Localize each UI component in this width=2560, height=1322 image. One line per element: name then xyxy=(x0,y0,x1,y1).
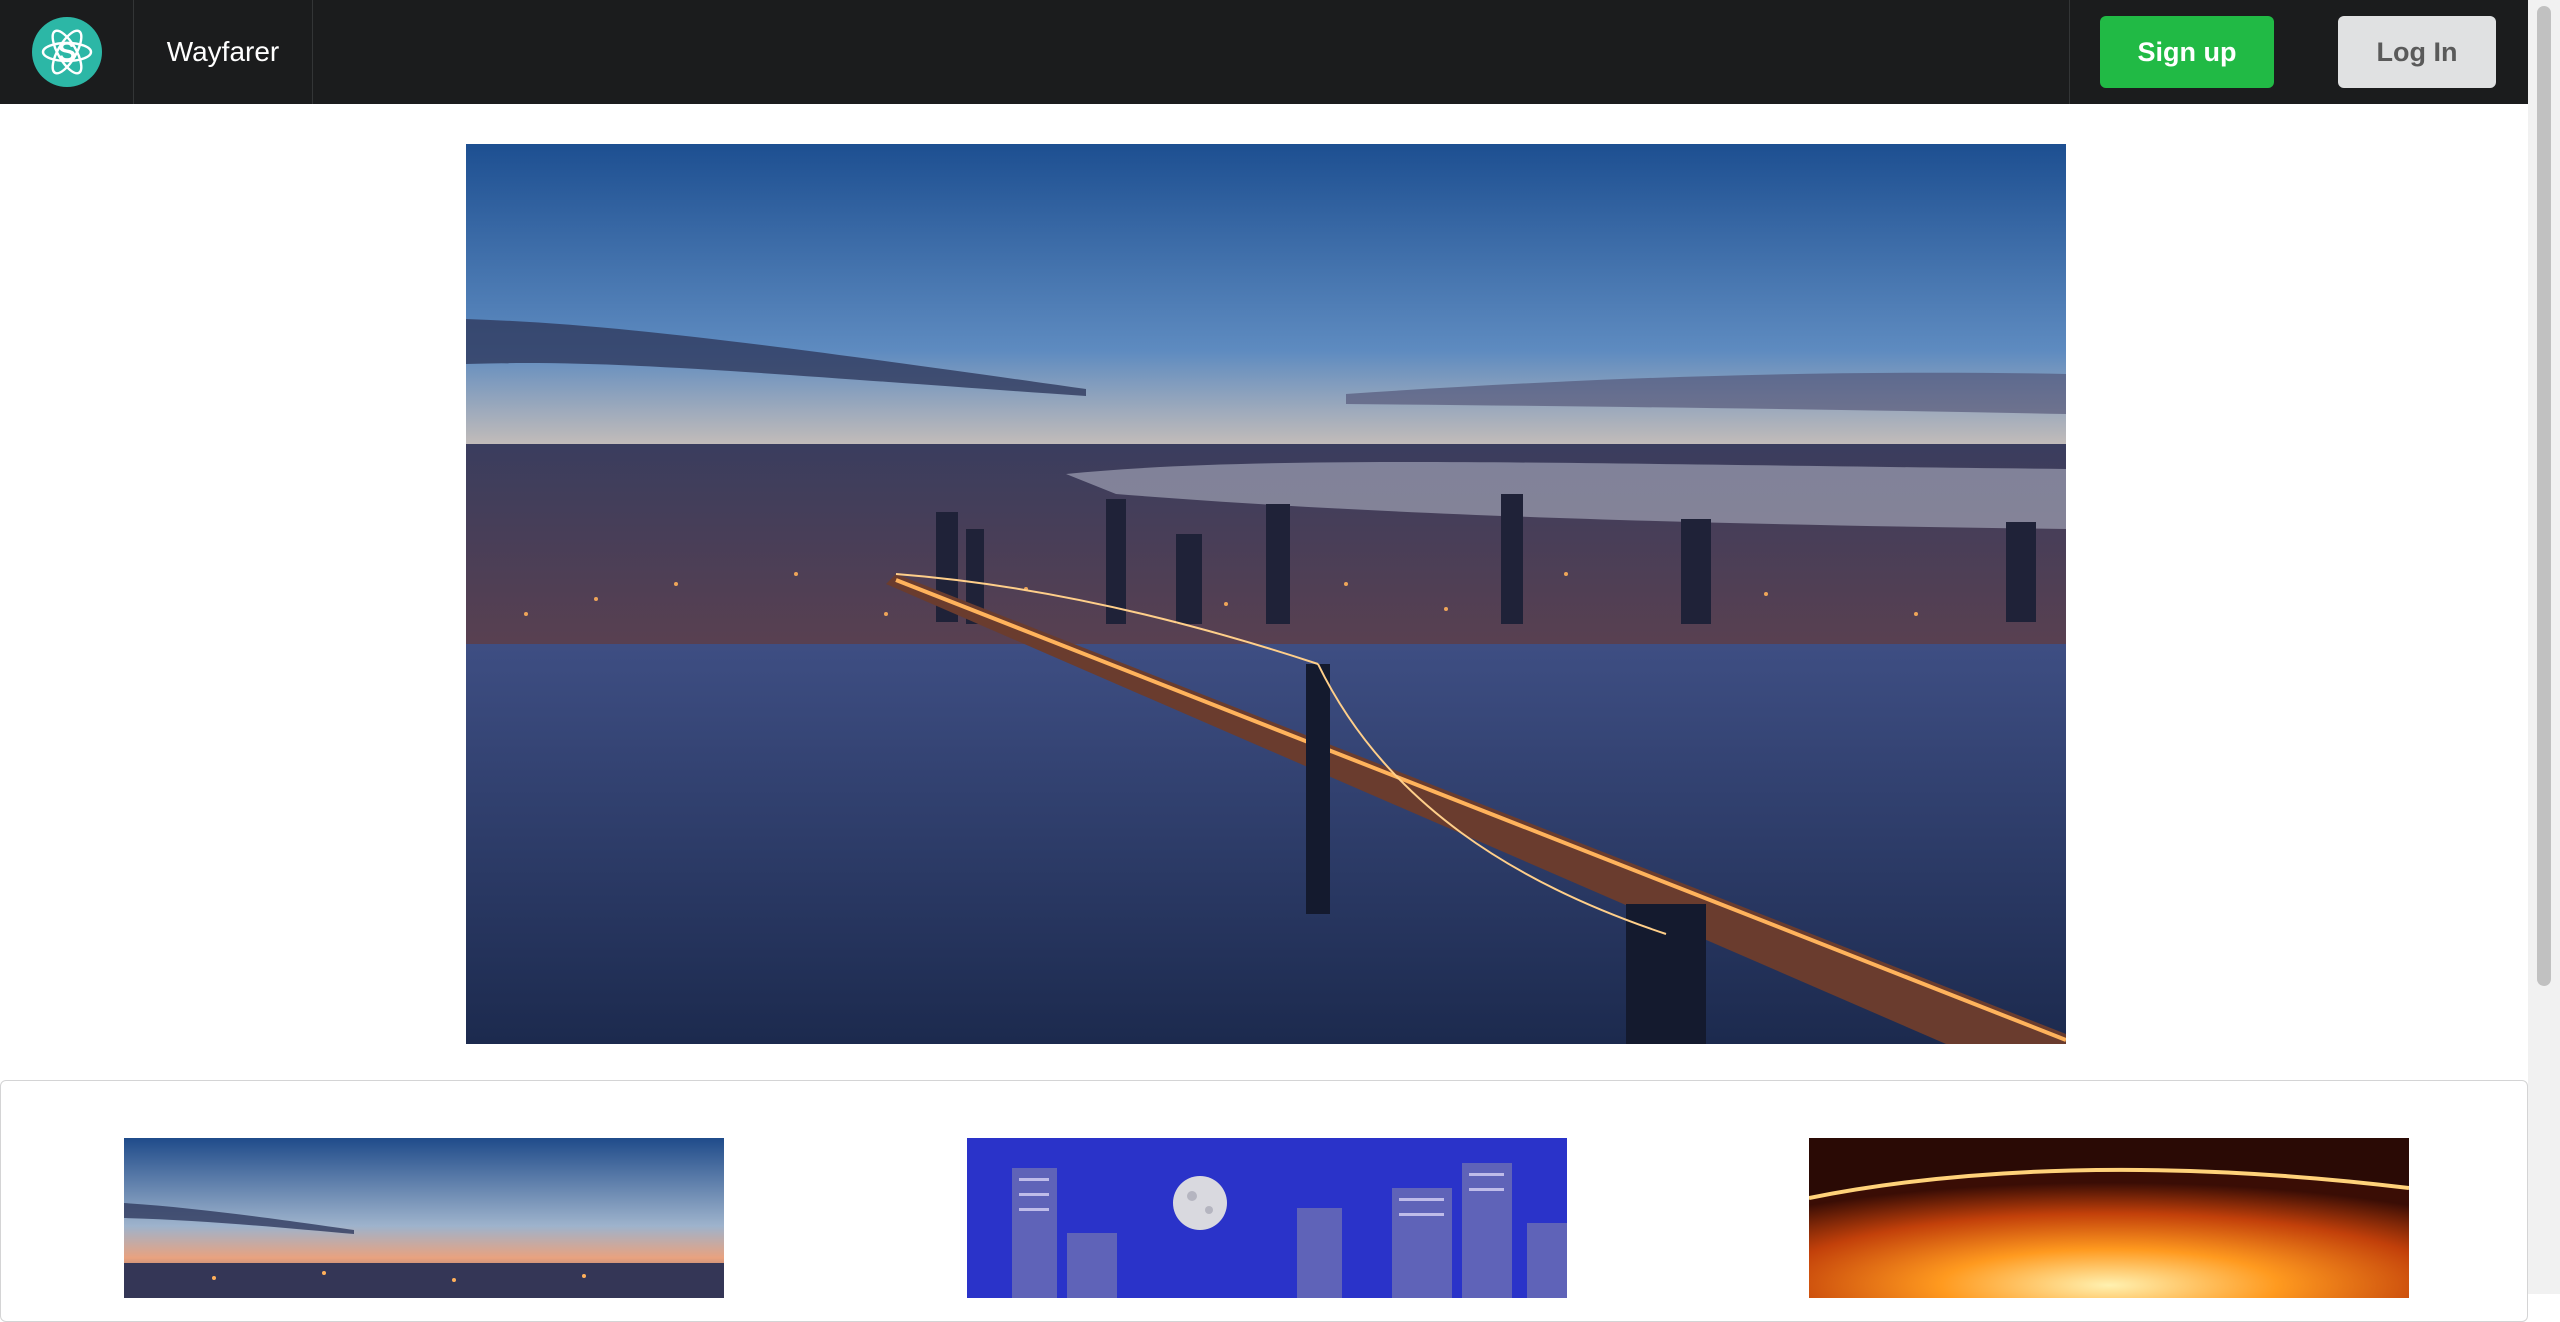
destination-cards xyxy=(0,1080,2528,1322)
page-scrollbar[interactable] xyxy=(2528,0,2560,1294)
atom-icon: S xyxy=(31,17,102,87)
card-image-fire-crater[interactable] xyxy=(1809,1138,2409,1298)
card-image-bay-bridge[interactable] xyxy=(124,1138,724,1298)
svg-text:S: S xyxy=(57,36,76,67)
signup-button[interactable]: Sign up xyxy=(2100,16,2274,88)
scrollbar-thumb[interactable] xyxy=(2537,6,2551,986)
top-navbar: S Wayfarer Sign up Log In xyxy=(0,0,2528,104)
hero-image xyxy=(466,144,2066,1044)
logo[interactable]: S xyxy=(0,0,134,104)
login-button[interactable]: Log In xyxy=(2338,16,2496,88)
auth-buttons: Sign up Log In xyxy=(2069,0,2528,104)
brand-link[interactable]: Wayfarer xyxy=(134,0,313,104)
card-image-night-skyline[interactable] xyxy=(967,1138,1567,1298)
